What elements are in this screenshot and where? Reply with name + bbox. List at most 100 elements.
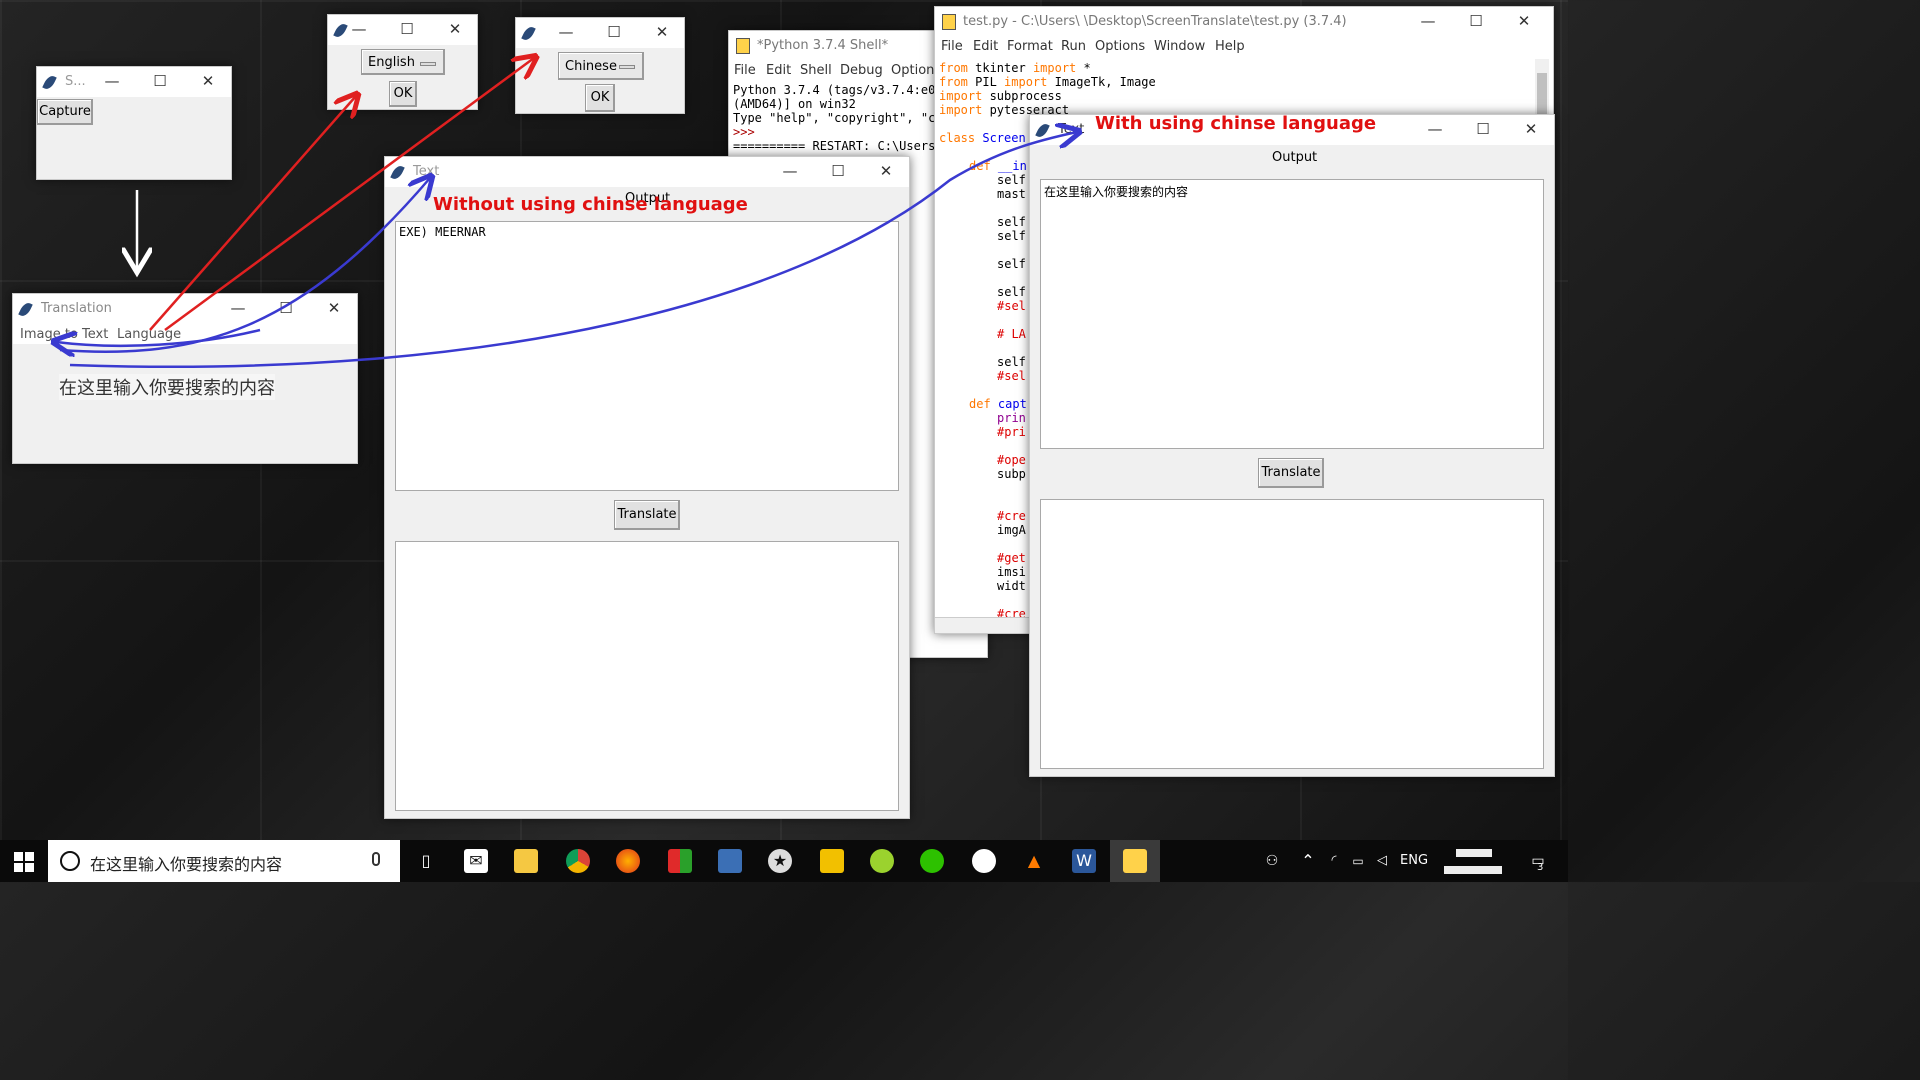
qq-icon[interactable] xyxy=(972,849,996,873)
title-bar: — ☐ ✕ xyxy=(328,15,477,45)
ok-button[interactable]: OK xyxy=(585,84,615,112)
battery-icon[interactable]: ▭ xyxy=(1346,849,1370,873)
code-line: #ope xyxy=(997,453,1026,467)
code-line: from PIL import ImageTk, Image xyxy=(939,75,1156,89)
maximize-icon[interactable]: ☐ xyxy=(1465,11,1487,31)
file-explorer-icon[interactable] xyxy=(514,849,538,873)
chevron-up-icon[interactable]: ⌃ xyxy=(1296,849,1320,873)
menu-edit[interactable]: Edit xyxy=(766,63,791,78)
vlc-icon[interactable]: ▲ xyxy=(1022,849,1046,873)
tk-feather-icon xyxy=(333,21,348,40)
menu-image-to-text[interactable]: Image to Text xyxy=(20,327,108,342)
translate-button[interactable]: Translate xyxy=(614,500,680,530)
maximize-icon[interactable]: ☐ xyxy=(827,161,849,181)
translation-textbox[interactable] xyxy=(395,541,899,811)
menu-options[interactable]: Options xyxy=(1095,39,1145,54)
menu-help[interactable]: Help xyxy=(1215,39,1245,54)
capture-button[interactable]: Capture xyxy=(37,99,93,125)
maximize-icon[interactable]: ☐ xyxy=(396,19,418,39)
app-icon[interactable] xyxy=(820,849,844,873)
window-title: Text xyxy=(413,164,440,179)
menu-shell[interactable]: Shell xyxy=(800,63,832,78)
menu-file[interactable]: File xyxy=(734,63,756,78)
dropdown-indicator-icon xyxy=(420,62,436,66)
task-view-icon[interactable]: ▯ xyxy=(414,849,438,873)
code-line: self xyxy=(997,355,1026,369)
minimize-icon[interactable]: — xyxy=(1424,119,1446,139)
app-icon[interactable] xyxy=(870,849,894,873)
output-textbox[interactable]: EXE) MEERNAR xyxy=(395,221,899,491)
app-tiles-icon[interactable] xyxy=(668,849,692,873)
clock[interactable] xyxy=(1434,846,1514,876)
start-button[interactable] xyxy=(14,852,34,872)
python-idle-taskbar-item[interactable] xyxy=(1110,840,1160,882)
code-line: def __in xyxy=(969,159,1027,173)
code-line: imgA xyxy=(997,523,1026,537)
minimize-icon[interactable]: — xyxy=(348,19,370,39)
maximize-icon[interactable]: ☐ xyxy=(1472,119,1494,139)
notification-count: 3 xyxy=(1537,862,1544,873)
close-icon[interactable]: ✕ xyxy=(197,71,219,91)
code-line: #cre xyxy=(997,509,1026,523)
close-icon[interactable]: ✕ xyxy=(1520,119,1542,139)
capture-window: S... — ☐ ✕ Capture xyxy=(36,66,232,180)
maximize-icon[interactable]: ☐ xyxy=(603,22,625,42)
mail-icon[interactable]: ✉ xyxy=(464,849,488,873)
title-bar: Translation — ☐ ✕ xyxy=(13,294,357,324)
tk-feather-icon xyxy=(521,24,536,43)
menu-format[interactable]: Format xyxy=(1007,39,1053,54)
chrome-icon[interactable] xyxy=(566,849,590,873)
code-line: #sel xyxy=(997,369,1026,383)
title-bar: S... — ☐ ✕ xyxy=(37,67,231,97)
close-icon[interactable]: ✕ xyxy=(444,19,466,39)
code-line: import subprocess xyxy=(939,89,1062,103)
menu-window[interactable]: Window xyxy=(1154,39,1205,54)
app-star-icon[interactable]: ★ xyxy=(768,849,792,873)
firefox-icon[interactable] xyxy=(616,849,640,873)
menu-bar: File Edit Format Run Options Window Help xyxy=(935,37,1555,57)
output-label: Output xyxy=(1272,150,1318,165)
wifi-icon[interactable]: ◜ xyxy=(1322,849,1346,873)
menu-file[interactable]: File xyxy=(941,39,963,54)
minimize-icon[interactable]: — xyxy=(101,71,123,91)
close-icon[interactable]: ✕ xyxy=(875,161,897,181)
code-line: widt xyxy=(997,579,1026,593)
minimize-icon[interactable]: — xyxy=(779,161,801,181)
close-icon[interactable]: ✕ xyxy=(1513,11,1535,31)
menu-debug[interactable]: Debug xyxy=(840,63,883,78)
language-indicator[interactable]: ENG xyxy=(1400,853,1428,868)
translation-textbox[interactable] xyxy=(1040,499,1544,769)
shell-line: (AMD64)] on win32 xyxy=(733,97,856,111)
close-icon[interactable]: ✕ xyxy=(323,298,345,318)
word-icon[interactable]: W xyxy=(1072,849,1096,873)
code-line: class Screen xyxy=(939,131,1026,145)
wechat-icon[interactable] xyxy=(920,849,944,873)
close-icon[interactable]: ✕ xyxy=(651,22,673,42)
maximize-icon[interactable]: ☐ xyxy=(275,298,297,318)
volume-mute-icon[interactable]: ◁ xyxy=(1370,849,1394,873)
annotation-with-chinese: With using chinse language xyxy=(1095,113,1377,134)
output-textbox[interactable]: 在这里输入你要搜索的内容 xyxy=(1040,179,1544,449)
captured-image-text: 在这里输入你要搜索的内容 xyxy=(59,374,275,400)
search-icon xyxy=(60,851,80,871)
language-chinese-window: — ☐ ✕ Chinese OK xyxy=(515,17,685,114)
people-icon[interactable]: ⚇ xyxy=(1260,849,1284,873)
translate-button[interactable]: Translate xyxy=(1258,458,1324,488)
minimize-icon[interactable]: — xyxy=(1417,11,1439,31)
ok-button[interactable]: OK xyxy=(389,81,417,107)
minimize-icon[interactable]: — xyxy=(227,298,249,318)
language-option-menu[interactable]: Chinese xyxy=(558,52,644,80)
dropdown-indicator-icon xyxy=(619,65,635,69)
code-line: self xyxy=(997,285,1026,299)
language-option-menu[interactable]: English xyxy=(361,49,445,75)
search-box[interactable]: 在这里输入你要搜索的内容 xyxy=(48,840,400,882)
app-icon[interactable] xyxy=(718,849,742,873)
minimize-icon[interactable]: — xyxy=(555,22,577,42)
microphone-icon[interactable] xyxy=(372,852,380,866)
menu-edit[interactable]: Edit xyxy=(973,39,998,54)
menu-run[interactable]: Run xyxy=(1061,39,1086,54)
menu-language[interactable]: Language xyxy=(117,327,181,342)
code-line: #get xyxy=(997,551,1026,565)
maximize-icon[interactable]: ☐ xyxy=(149,71,171,91)
shell-prompt: >>> xyxy=(733,125,755,139)
